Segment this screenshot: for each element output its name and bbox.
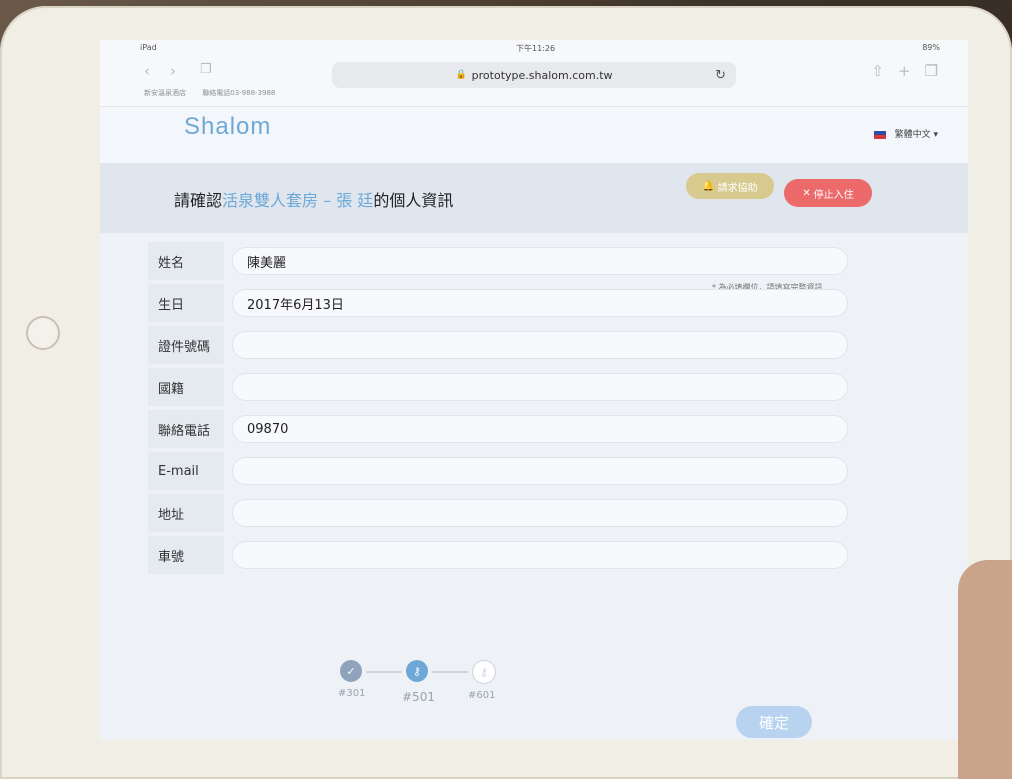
carrier-label: iPad: [140, 43, 157, 52]
hand: [958, 560, 1012, 779]
title-suffix: 的個人資訊: [373, 191, 454, 210]
stop-checkin-button[interactable]: ✕ 停止入住: [784, 179, 872, 207]
reload-icon[interactable]: ↻: [715, 68, 726, 83]
check-icon: ✓: [340, 660, 362, 682]
confirm-banner: 請確認活泉雙人套房 – 張 廷的個人資訊 🔔 請求協助 ✕ 停止入住: [100, 163, 968, 233]
field-label: E-mail: [148, 452, 224, 490]
share-add-tabs-icons[interactable]: ⇧+❐: [871, 62, 952, 80]
hotel-phone: 聯絡電話03-988-3988: [202, 89, 276, 97]
key-icon: ⚷: [406, 660, 428, 682]
forward-icon[interactable]: ›: [170, 62, 176, 80]
field-label: 證件號碼: [148, 326, 224, 364]
name-input[interactable]: 陳美麗: [232, 247, 848, 275]
shalom-logo: Shalom: [184, 113, 272, 140]
page-title: 請確認活泉雙人套房 – 張 廷的個人資訊: [174, 187, 453, 211]
email-input[interactable]: [232, 457, 848, 485]
field-label: 聯絡電話: [148, 410, 224, 448]
hotel-info: 新安溫泉酒店 聯絡電話03-988-3988: [144, 88, 289, 98]
guest-info-form: * 為必填欄位，請填寫完整資訊 姓名 陳美麗 生日 2017年6月13日 證件號…: [100, 232, 968, 652]
ipad-frame: iPad 下午11:26 89% ‹ › ❒ 🔒 prototype.shalo…: [0, 6, 1012, 779]
home-button[interactable]: [26, 316, 60, 350]
room-progress: ✓ ⚷ ⚷ #301 #501 #601: [338, 660, 540, 720]
language-label: 繁體中文: [894, 130, 931, 140]
phone-input[interactable]: 09870: [232, 415, 848, 443]
field-row-name: 姓名 陳美麗: [148, 242, 848, 280]
app-header: Shalom 繁體中文 ▾: [100, 107, 968, 163]
field-label: 國籍: [148, 368, 224, 406]
field-label: 姓名: [148, 242, 224, 280]
field-row-email: E-mail: [148, 452, 848, 490]
field-row-nationality: 國籍: [148, 368, 848, 406]
plate-number-input[interactable]: [232, 541, 848, 569]
field-row-address: 地址: [148, 494, 848, 532]
field-row-id-number: 證件號碼: [148, 326, 848, 364]
help-label: 請求協助: [717, 182, 758, 194]
lock-icon: 🔒: [455, 70, 467, 80]
status-bar: iPad 下午11:26 89%: [100, 40, 968, 56]
browser-toolbar: ‹ › ❒ 🔒 prototype.shalom.com.tw ↻ 新安溫泉酒店…: [100, 56, 968, 107]
key-icon: ⚷: [472, 660, 496, 684]
progress-line: [432, 671, 468, 673]
step-label: #501: [402, 690, 435, 704]
step-label: #301: [338, 688, 366, 699]
birthday-input[interactable]: 2017年6月13日: [232, 289, 848, 317]
address-input[interactable]: [232, 499, 848, 527]
battery-level: 89%: [922, 43, 940, 52]
progress-line: [366, 671, 402, 673]
nationality-input[interactable]: [232, 373, 848, 401]
step-label: #601: [468, 690, 496, 701]
request-help-button[interactable]: 🔔 請求協助: [686, 173, 774, 199]
guest-name-suffix: 廷: [357, 191, 374, 210]
bookmarks-icon[interactable]: ❒: [200, 62, 212, 77]
field-label: 生日: [148, 284, 224, 322]
language-selector[interactable]: 繁體中文 ▾: [873, 127, 938, 140]
field-label: 車號: [148, 536, 224, 574]
id-number-input[interactable]: [232, 331, 848, 359]
confirm-button[interactable]: 確定: [736, 706, 812, 738]
back-icon[interactable]: ‹: [144, 62, 150, 80]
hotel-name: 新安溫泉酒店: [144, 89, 186, 97]
title-prefix: 請確認: [174, 191, 223, 210]
stop-label: 停止入住: [813, 189, 854, 201]
field-row-plate-number: 車號: [148, 536, 848, 574]
field-row-phone: 聯絡電話 09870: [148, 410, 848, 448]
clock: 下午11:26: [516, 44, 556, 53]
address-bar[interactable]: 🔒 prototype.shalom.com.tw ↻: [332, 62, 736, 88]
field-label: 地址: [148, 494, 224, 532]
field-row-birthday: 生日 2017年6月13日: [148, 284, 848, 322]
url-text: prototype.shalom.com.tw: [471, 68, 613, 82]
screen: iPad 下午11:26 89% ‹ › ❒ 🔒 prototype.shalo…: [100, 40, 968, 740]
taiwan-flag-icon: [873, 130, 886, 139]
room-name: 活泉雙人套房 – 張: [222, 191, 353, 210]
